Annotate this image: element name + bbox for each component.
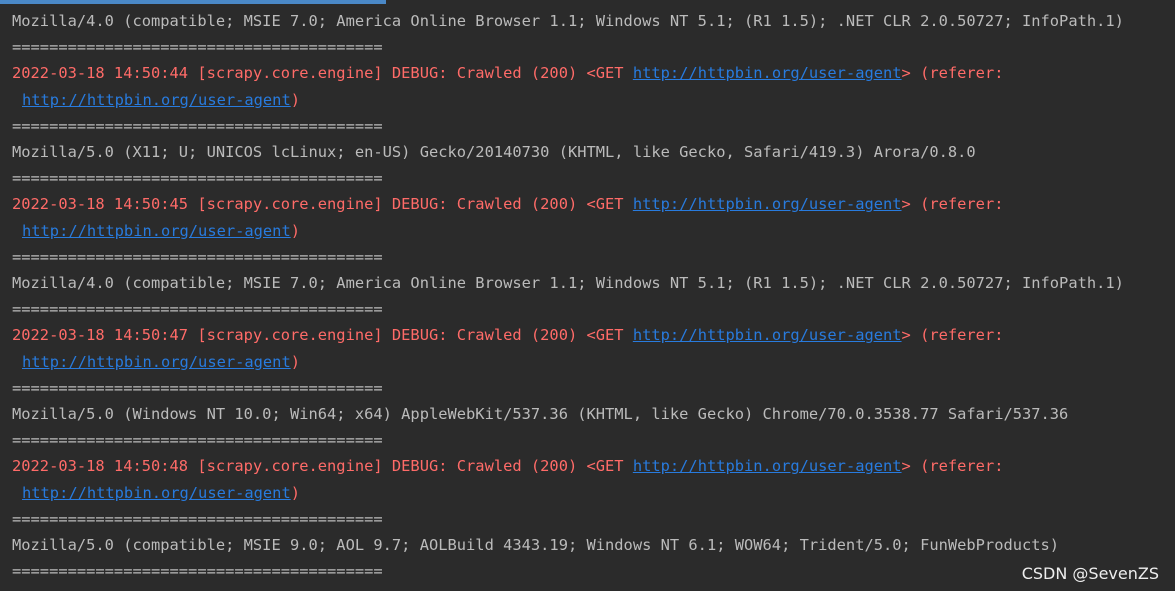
user-agent-line: Mozilla/5.0 (Windows NT 10.0; Win64; x64… <box>12 405 1068 423</box>
log-suffix: > (referer: <box>901 195 1004 214</box>
log-suffix: ) <box>290 352 300 371</box>
csdn-watermark: CSDN @SevenZS <box>1021 564 1159 583</box>
url-link[interactable]: http://httpbin.org/user-agent <box>633 195 902 213</box>
separator-text: ======================================== <box>12 38 383 57</box>
referer-link[interactable]: http://httpbin.org/user-agent <box>22 222 291 240</box>
debug-log-line: 2022-03-18 14:50:44 [scrapy.core.engine]… <box>12 64 1003 82</box>
separator-text: ======================================== <box>12 378 383 397</box>
separator-text: ======================================== <box>12 562 383 581</box>
log-suffix: ) <box>290 90 300 109</box>
separator-line: ======================================== <box>12 431 383 449</box>
user-agent-text: Mozilla/4.0 (compatible; MSIE 7.0; Ameri… <box>12 12 1124 30</box>
referer-link[interactable]: http://httpbin.org/user-agent <box>22 353 291 371</box>
log-suffix: > (referer: <box>901 457 1004 476</box>
log-prefix: 2022-03-18 14:50:44 [scrapy.core.engine]… <box>12 64 633 83</box>
separator-line: ======================================== <box>12 562 383 580</box>
user-agent-line: Mozilla/4.0 (compatible; MSIE 7.0; Ameri… <box>12 274 1124 292</box>
console-tab-indicator <box>0 0 386 4</box>
log-suffix: ) <box>290 483 300 502</box>
log-prefix: 2022-03-18 14:50:45 [scrapy.core.engine]… <box>12 195 633 214</box>
separator-text: ======================================== <box>12 169 383 188</box>
log-prefix: 2022-03-18 14:50:48 [scrapy.core.engine]… <box>12 457 633 476</box>
user-agent-text: Mozilla/4.0 (compatible; MSIE 7.0; Ameri… <box>12 274 1124 292</box>
log-suffix: > (referer: <box>901 326 1004 345</box>
user-agent-line: Mozilla/5.0 (X11; U; UNICOS lcLinux; en-… <box>12 143 976 161</box>
url-link[interactable]: http://httpbin.org/user-agent <box>633 64 902 82</box>
url-link[interactable]: http://httpbin.org/user-agent <box>633 457 902 475</box>
debug-log-line: 2022-03-18 14:50:47 [scrapy.core.engine]… <box>12 326 1003 344</box>
debug-log-line: 2022-03-18 14:50:45 [scrapy.core.engine]… <box>12 195 1003 213</box>
user-agent-text: Mozilla/5.0 (Windows NT 10.0; Win64; x64… <box>12 405 1069 423</box>
separator-line: ======================================== <box>12 117 383 135</box>
separator-line: ======================================== <box>12 38 383 56</box>
log-continuation-line: http://httpbin.org/user-agent) <box>22 484 300 502</box>
log-prefix: 2022-03-18 14:50:47 [scrapy.core.engine]… <box>12 326 633 345</box>
separator-text: ======================================== <box>12 431 383 450</box>
separator-line: ======================================== <box>12 510 383 528</box>
separator-line: ======================================== <box>12 300 383 318</box>
referer-link[interactable]: http://httpbin.org/user-agent <box>22 91 291 109</box>
user-agent-text: Mozilla/5.0 (X11; U; UNICOS lcLinux; en-… <box>12 143 976 161</box>
user-agent-line: Mozilla/5.0 (compatible; MSIE 9.0; AOL 9… <box>12 536 1059 554</box>
separator-line: ======================================== <box>12 169 383 187</box>
user-agent-line: Mozilla/4.0 (compatible; MSIE 7.0; Ameri… <box>12 12 1124 30</box>
user-agent-text: Mozilla/5.0 (compatible; MSIE 9.0; AOL 9… <box>12 536 1060 554</box>
separator-text: ======================================== <box>12 300 383 319</box>
separator-line: ======================================== <box>12 379 383 397</box>
url-link[interactable]: http://httpbin.org/user-agent <box>633 326 902 344</box>
separator-text: ======================================== <box>12 247 383 266</box>
log-continuation-line: http://httpbin.org/user-agent) <box>22 353 300 371</box>
log-suffix: ) <box>290 221 300 240</box>
log-continuation-line: http://httpbin.org/user-agent) <box>22 222 300 240</box>
log-continuation-line: http://httpbin.org/user-agent) <box>22 91 300 109</box>
separator-line: ======================================== <box>12 248 383 266</box>
separator-text: ======================================== <box>12 509 383 528</box>
referer-link[interactable]: http://httpbin.org/user-agent <box>22 484 291 502</box>
log-suffix: > (referer: <box>901 64 1004 83</box>
debug-log-line: 2022-03-18 14:50:48 [scrapy.core.engine]… <box>12 457 1003 475</box>
run-console[interactable]: Mozilla/4.0 (compatible; MSIE 7.0; Ameri… <box>0 0 1175 591</box>
separator-text: ======================================== <box>12 116 383 135</box>
